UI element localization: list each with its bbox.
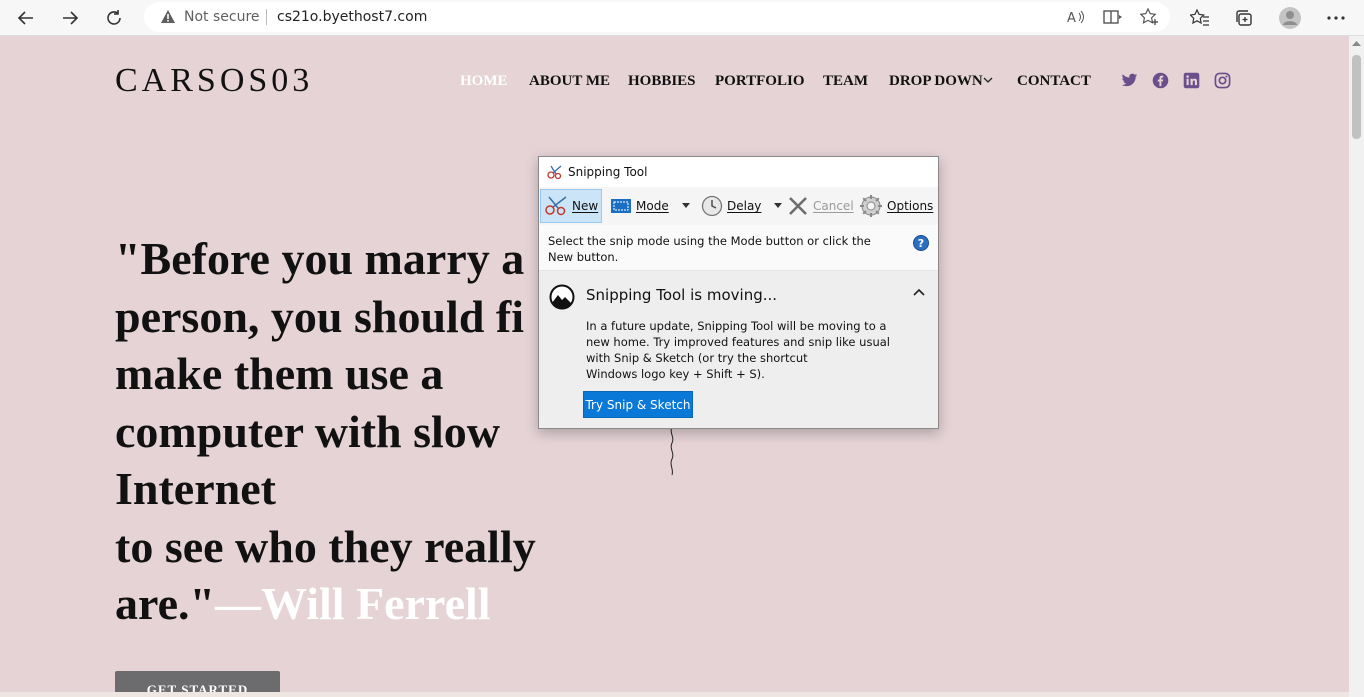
page-bottom-strip <box>0 692 1349 697</box>
instructions-text: Select the snip mode using the Mode butt… <box>548 234 871 264</box>
hero-quote: "Before you marry a person, you should f… <box>115 230 585 633</box>
reading-view-icon[interactable] <box>1101 5 1125 29</box>
new-snip-label: New <box>572 199 599 213</box>
quote-last-line: are."—Will Ferrell <box>115 575 585 633</box>
quote-line: are." <box>115 578 216 629</box>
facebook-icon[interactable] <box>1152 72 1169 94</box>
banner-title: Snipping Tool is moving... <box>586 286 778 304</box>
instagram-icon[interactable] <box>1214 72 1231 94</box>
warning-icon <box>161 10 175 23</box>
back-button[interactable] <box>12 4 40 32</box>
page-scrollbar[interactable] <box>1349 36 1364 697</box>
close-icon <box>789 197 807 215</box>
quote-line: make them use a <box>115 348 444 399</box>
forward-button[interactable] <box>56 4 84 32</box>
nav-portfolio[interactable]: PORTFOLIO <box>715 73 804 90</box>
balloon-string-decoration <box>670 426 674 476</box>
scissors-icon <box>547 165 562 180</box>
scissors-icon <box>545 196 567 216</box>
moving-banner: Snipping Tool is moving... In a future u… <box>539 272 938 428</box>
delay-button[interactable]: Delay <box>701 189 783 223</box>
snipping-tool-titlebar[interactable]: Snipping Tool <box>539 157 938 187</box>
svg-text:A: A <box>1067 11 1076 25</box>
nav-contact[interactable]: CONTACT <box>1017 73 1091 90</box>
url-text[interactable]: cs21o.byethost7.com <box>277 9 427 25</box>
nav-hobbies[interactable]: HOBBIES <box>628 73 696 90</box>
options-label: Options <box>887 199 934 213</box>
delay-label: Delay <box>727 199 762 213</box>
chevron-down-icon <box>983 77 993 83</box>
nav-drop-down[interactable]: DROP DOWN <box>889 73 983 90</box>
address-bar[interactable]: Not secure cs21o.byethost7.com A <box>144 2 1170 32</box>
back-arrow-icon <box>17 11 33 25</box>
address-divider <box>266 9 267 25</box>
mode-label: Mode <box>636 199 669 213</box>
favorites-icon[interactable] <box>1188 6 1212 30</box>
quote-line: "Before you marry a <box>115 233 525 284</box>
quote-line: computer with slow <box>115 405 501 457</box>
cancel-label: Cancel <box>813 199 854 213</box>
nav-about-me[interactable]: ABOUT ME <box>529 73 610 90</box>
refresh-button[interactable] <box>100 4 128 32</box>
clock-icon <box>701 195 723 217</box>
scroll-up-icon[interactable] <box>1352 40 1361 46</box>
help-icon[interactable]: ? <box>913 235 929 251</box>
snip-sketch-icon <box>549 284 575 310</box>
cancel-button[interactable]: Cancel <box>787 189 854 223</box>
scroll-thumb[interactable] <box>1352 55 1361 139</box>
refresh-icon <box>107 10 121 25</box>
more-menu-icon[interactable] <box>1324 6 1348 30</box>
collections-icon[interactable] <box>1232 6 1256 30</box>
quote-line: to see who they really <box>115 520 536 572</box>
chevron-up-icon[interactable] <box>913 288 925 296</box>
twitter-icon[interactable] <box>1121 72 1138 94</box>
forward-arrow-icon <box>63 11 79 25</box>
gear-icon <box>860 195 882 217</box>
snipping-tool-toolbar: New Mode Delay Cancel Options <box>539 187 938 225</box>
snipping-tool-window: Snipping Tool New Mode Delay Cancel Opti… <box>538 156 939 429</box>
nav-team[interactable]: TEAM <box>823 73 868 90</box>
linkedin-icon[interactable] <box>1183 72 1200 94</box>
browser-toolbar: Not secure cs21o.byethost7.com A <box>0 0 1364 36</box>
nav-home[interactable]: HOME <box>460 73 508 90</box>
snip-instructions: Select the snip mode using the Mode butt… <box>539 225 938 271</box>
options-button[interactable]: Options <box>859 189 933 223</box>
quote-line: person, you should fi <box>115 290 525 342</box>
read-aloud-icon[interactable]: A <box>1064 5 1088 29</box>
banner-body: In a future update, Snipping Tool will b… <box>586 319 890 381</box>
add-favorite-icon[interactable] <box>1138 5 1162 29</box>
new-snip-button[interactable]: New <box>540 189 602 223</box>
try-snip-sketch-button[interactable]: Try Snip & Sketch <box>583 391 693 418</box>
quote-author: —Will Ferrell <box>215 578 491 629</box>
rectangle-mode-icon <box>611 199 631 213</box>
dropdown-arrow-icon[interactable] <box>681 203 690 209</box>
profile-avatar[interactable] <box>1278 6 1302 30</box>
site-logo[interactable]: CARSOS03 <box>115 62 313 100</box>
snipping-tool-title: Snipping Tool <box>568 165 648 179</box>
dropdown-arrow-icon[interactable] <box>774 203 783 209</box>
mode-button[interactable]: Mode <box>610 189 690 223</box>
quote-line: Internet <box>115 463 276 514</box>
security-label[interactable]: Not secure <box>184 9 260 25</box>
